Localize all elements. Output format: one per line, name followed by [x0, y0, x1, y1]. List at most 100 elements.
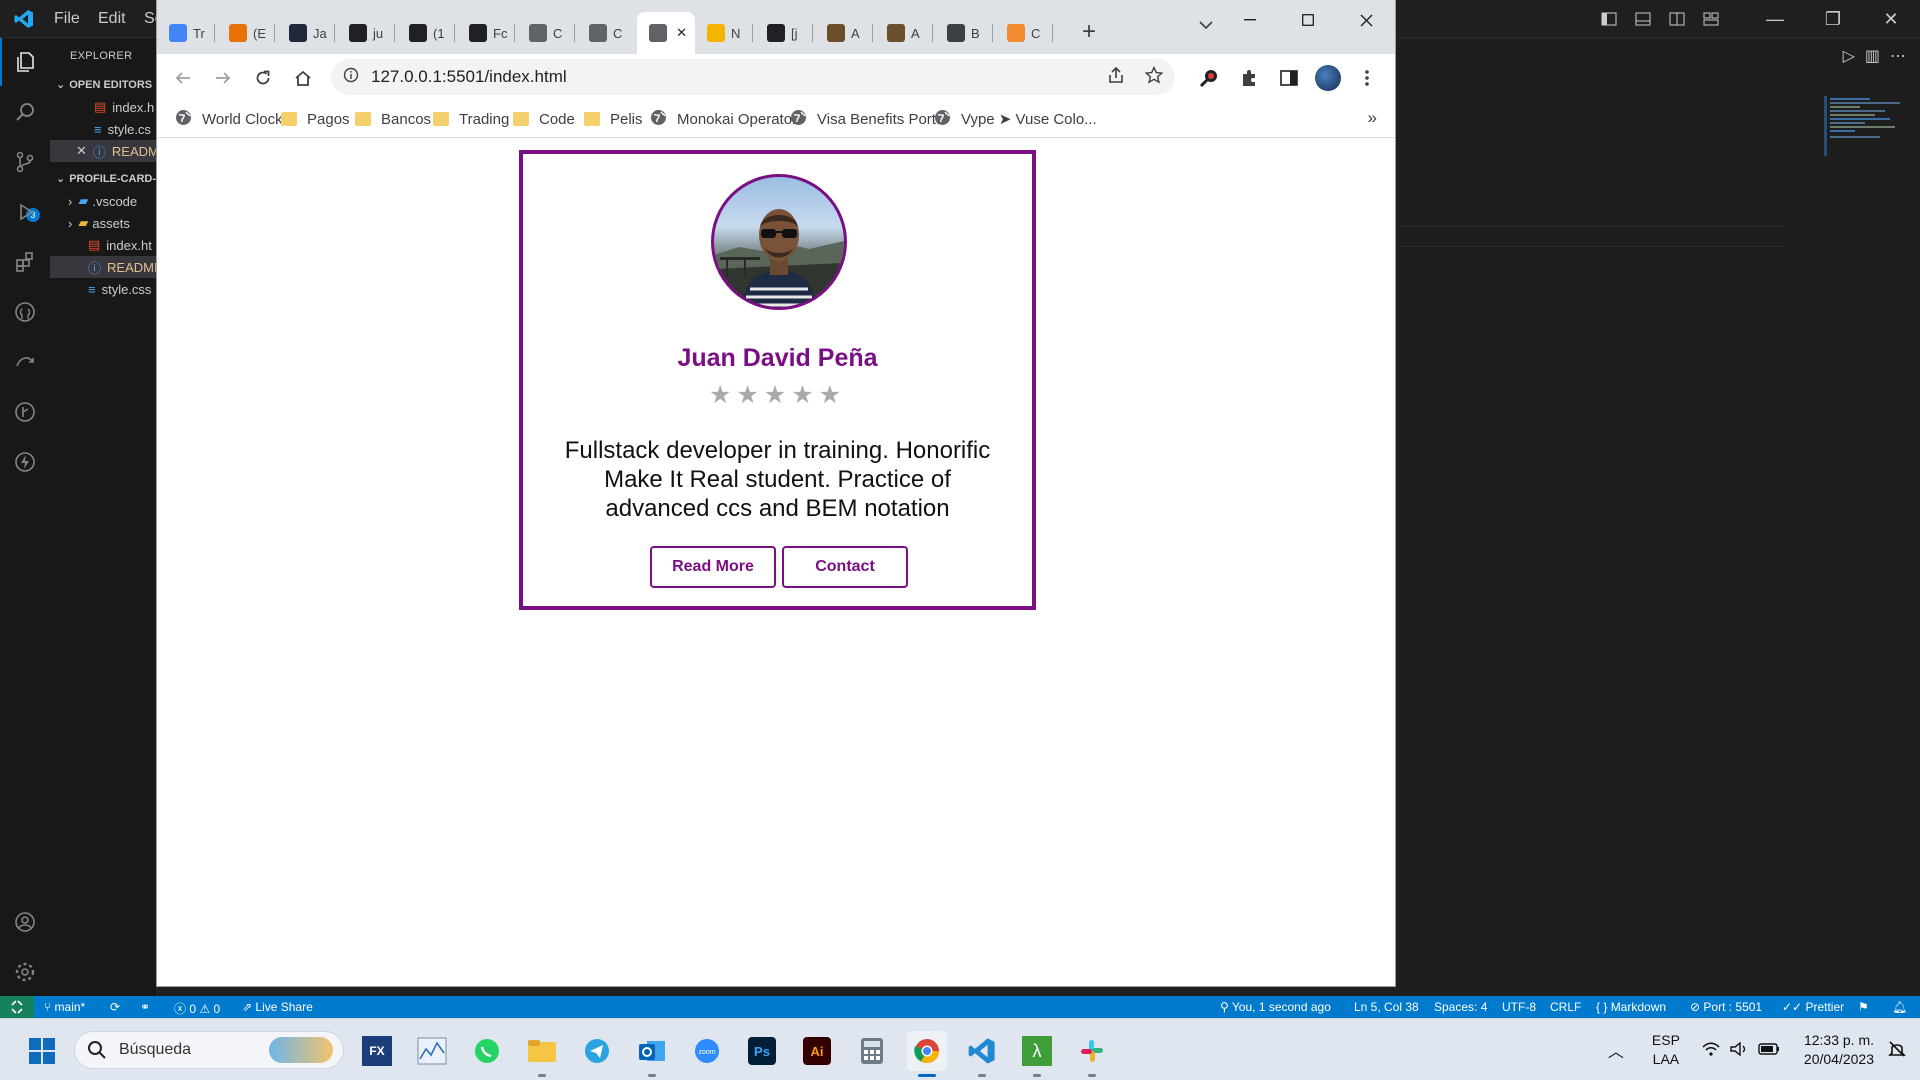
open-editor-index[interactable]: ▤ index.h: [50, 96, 157, 118]
extensions-puzzle-icon[interactable]: [1233, 62, 1265, 94]
close-window-icon[interactable]: [1337, 0, 1395, 40]
zoom-icon[interactable]: zoom: [687, 1031, 727, 1071]
bookmarks-overflow-icon[interactable]: »: [1368, 108, 1377, 128]
volume-icon[interactable]: [1730, 1041, 1748, 1059]
menu-file[interactable]: File: [54, 10, 80, 28]
read-more-button[interactable]: Read More: [650, 546, 776, 588]
calculator-icon[interactable]: [852, 1031, 892, 1071]
tree-folder-vscode[interactable]: › ▰ .vscode: [50, 190, 157, 212]
feedback-icon[interactable]: ⚑: [1858, 1000, 1869, 1014]
slack-icon[interactable]: [1072, 1031, 1112, 1077]
accounts-icon[interactable]: [0, 898, 50, 946]
vscode-minimize-icon[interactable]: —: [1746, 0, 1804, 38]
remote-indicator-icon[interactable]: [0, 996, 34, 1018]
bookmark-star-icon[interactable]: [1144, 65, 1164, 89]
toggle-primary-sidebar-icon[interactable]: [1592, 0, 1626, 38]
notifications-bell-icon[interactable]: 🔔︎: [1892, 1000, 1907, 1014]
wifi-icon[interactable]: [1702, 1041, 1720, 1059]
run-icon[interactable]: ▷: [1843, 46, 1855, 66]
bookmark-item[interactable]: Vype ➤ Vuse Colo...: [934, 108, 1097, 130]
whatsapp-icon[interactable]: [467, 1031, 507, 1071]
bookmark-item[interactable]: Pelis: [584, 108, 643, 130]
gitlens-status-icon[interactable]: ⚭: [140, 1000, 150, 1014]
contact-button[interactable]: Contact: [782, 546, 908, 588]
live-server-port[interactable]: ⊘ Port : 5501: [1690, 1000, 1762, 1014]
cursor-position[interactable]: Ln 5, Col 38: [1354, 1000, 1419, 1014]
address-bar[interactable]: 127.0.0.1:5501/index.html: [331, 59, 1175, 95]
outlook-icon[interactable]: [632, 1031, 672, 1077]
gitlens-icon[interactable]: [0, 388, 50, 436]
chrome-menu-kebab-icon[interactable]: [1351, 62, 1383, 94]
encoding-status[interactable]: UTF-8: [1502, 1000, 1536, 1014]
home-icon[interactable]: [287, 62, 319, 94]
browser-tab[interactable]: [j: [755, 18, 813, 48]
remote-explorer-icon[interactable]: [0, 338, 50, 386]
browser-tab[interactable]: C: [577, 18, 635, 48]
more-actions-icon[interactable]: ⋯: [1890, 46, 1906, 66]
run-debug-icon[interactable]: [0, 188, 50, 236]
blame-status[interactable]: ⚲ You, 1 second ago: [1220, 1000, 1331, 1014]
browser-tab[interactable]: ✕: [637, 12, 695, 54]
minimap[interactable]: [1824, 96, 1914, 156]
taskbar-search-box[interactable]: Búsqueda: [74, 1031, 344, 1069]
stock-chart-app-icon[interactable]: [412, 1031, 452, 1071]
bookmark-item[interactable]: Pagos: [281, 108, 350, 130]
file-explorer-icon[interactable]: [522, 1031, 562, 1077]
profile-avatar[interactable]: [1315, 65, 1341, 91]
tree-file-index[interactable]: ▤ index.ht: [50, 234, 157, 256]
maximize-icon[interactable]: [1279, 0, 1337, 40]
bookmark-item[interactable]: World Clock: [175, 108, 283, 130]
browser-tab[interactable]: (E: [217, 18, 275, 48]
tree-file-style[interactable]: ≡ style.css: [50, 278, 157, 300]
browser-tab[interactable]: A: [815, 18, 873, 48]
side-panel-icon[interactable]: [1273, 62, 1305, 94]
fxchoice-app-icon[interactable]: FX: [357, 1031, 397, 1071]
split-editor-icon[interactable]: ▥: [1865, 46, 1880, 66]
bookmark-item[interactable]: Bancos: [355, 108, 431, 130]
vscode-close-icon[interactable]: ✕: [1862, 0, 1920, 38]
toggle-panel-icon[interactable]: [1626, 0, 1660, 38]
telegram-icon[interactable]: [577, 1031, 617, 1071]
customize-layout-icon[interactable]: [1694, 0, 1728, 38]
browser-tab[interactable]: B: [935, 18, 993, 48]
project-section[interactable]: ⌄ PROFILE-CARD-: [50, 172, 156, 185]
settings-gear-icon[interactable]: [0, 948, 50, 996]
close-icon[interactable]: ✕: [76, 143, 87, 159]
trading-app-icon[interactable]: λ: [1017, 1031, 1057, 1077]
sync-icon[interactable]: ⟳: [110, 1000, 120, 1014]
show-hidden-icons-icon[interactable]: ︿: [1608, 1038, 1624, 1062]
bookmark-item[interactable]: Monokai Operator: [650, 108, 797, 130]
magnifier-extension-icon[interactable]: [1193, 62, 1225, 94]
tree-folder-assets[interactable]: › ▰ assets: [50, 212, 157, 234]
extensions-icon[interactable]: [0, 238, 50, 286]
site-info-icon[interactable]: [343, 67, 359, 88]
vscode-restore-icon[interactable]: ❐: [1804, 0, 1862, 38]
tree-file-readme[interactable]: ⓘ READMI: [50, 256, 157, 278]
url-text[interactable]: 127.0.0.1:5501/index.html: [371, 67, 567, 87]
bookmark-item[interactable]: Trading: [433, 108, 509, 130]
language-indicator[interactable]: ESP LAA: [1652, 1031, 1680, 1069]
indentation-status[interactable]: Spaces: 4: [1434, 1000, 1487, 1014]
back-arrow-icon[interactable]: [167, 62, 199, 94]
open-editors-section[interactable]: ⌄ OPEN EDITORS: [50, 78, 152, 91]
browser-tab[interactable]: Ja: [277, 18, 335, 48]
browser-tab[interactable]: C: [517, 18, 575, 48]
clock[interactable]: 12:33 p. m. 20/04/2023: [1804, 1031, 1874, 1069]
minimize-icon[interactable]: [1221, 0, 1279, 40]
open-editor-style[interactable]: ≡ style.cs: [50, 118, 157, 140]
bookmark-item[interactable]: Code: [513, 108, 575, 130]
chrome-icon[interactable]: [907, 1031, 947, 1077]
browser-tab[interactable]: (1: [397, 18, 455, 48]
browser-tab[interactable]: ju: [337, 18, 395, 48]
live-share-status[interactable]: ⇗ Live Share: [242, 1000, 313, 1014]
search-icon[interactable]: [0, 88, 50, 136]
menu-edit[interactable]: Edit: [98, 10, 126, 28]
windows-start-icon[interactable]: [22, 1031, 62, 1071]
browser-tab[interactable]: A: [875, 18, 933, 48]
language-status[interactable]: { } Markdown: [1596, 1000, 1666, 1014]
notifications-icon[interactable]: [1888, 1040, 1906, 1061]
prettier-status[interactable]: ✓✓ Prettier: [1782, 1000, 1844, 1014]
explorer-icon[interactable]: [0, 38, 50, 86]
toggle-secondary-sidebar-icon[interactable]: [1660, 0, 1694, 38]
eol-status[interactable]: CRLF: [1550, 1000, 1581, 1014]
